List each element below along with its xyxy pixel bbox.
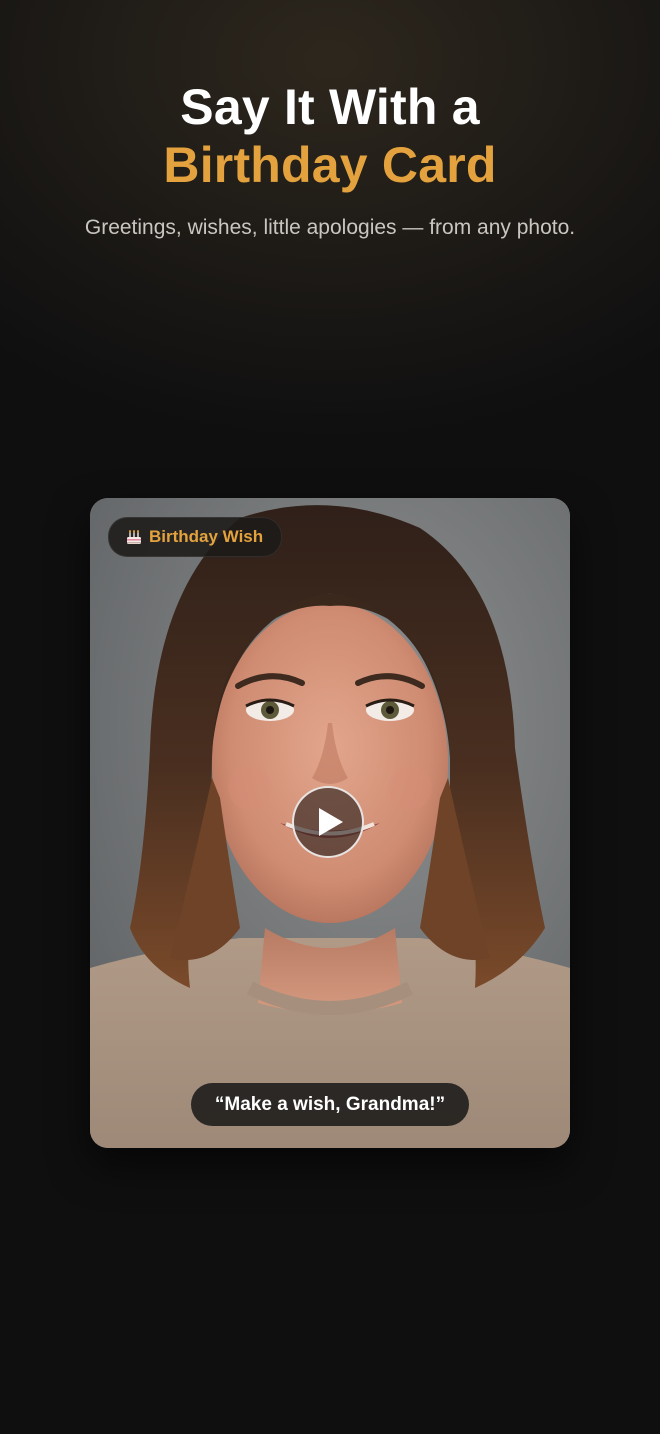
- page: Say It With a Birthday Card Greetings, w…: [0, 0, 660, 1434]
- caption-text: “Make a wish, Grandma!”: [214, 1093, 446, 1115]
- play-icon: [318, 808, 343, 836]
- video-card[interactable]: Birthday Wish “Make a wish, Grandma!”: [90, 498, 570, 1148]
- category-badge: Birthday Wish: [108, 517, 283, 557]
- caption-pill: “Make a wish, Grandma!”: [191, 1083, 469, 1126]
- hero-title: Say It With a Birthday Card: [0, 78, 660, 194]
- badge-label: Birthday Wish: [149, 527, 264, 546]
- hero-title-main: Say It With a: [180, 79, 480, 135]
- play-button[interactable]: [292, 786, 364, 858]
- hero-subtitle: Greetings, wishes, little apologies — fr…: [84, 216, 576, 239]
- birthday-cake-icon: [127, 530, 141, 544]
- hero-title-accent: Birthday Card: [163, 137, 497, 193]
